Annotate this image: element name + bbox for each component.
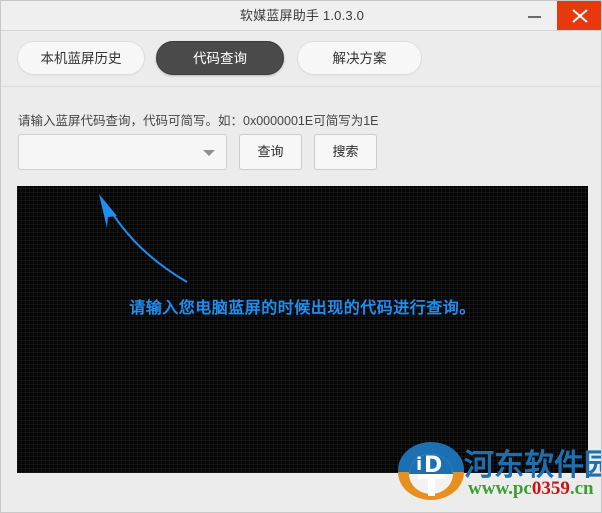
close-icon [572,9,588,23]
tab-code-query[interactable]: 代码查询 [156,41,284,75]
tab-bar: 本机蓝屏历史 代码查询 解决方案 [1,31,601,87]
minimize-button[interactable] [513,1,557,30]
minimize-icon [528,16,541,18]
window-title: 软媒蓝屏助手 1.0.3.0 [239,8,365,23]
title-bar: 软媒蓝屏助手 1.0.3.0 [1,1,601,31]
code-combobox[interactable] [18,134,227,171]
query-button[interactable]: 查询 [239,134,302,170]
panel-message: 请输入您电脑蓝屏的时候出现的代码进行查询。 [129,300,476,317]
close-button[interactable] [557,1,601,30]
instruction-text: 请输入蓝屏代码查询，代码可简写。如：0x0000001E可简写为1E [18,114,379,128]
tab-solutions[interactable]: 解决方案 [297,41,422,75]
chevron-down-icon[interactable] [203,150,215,156]
result-panel: 请输入您电脑蓝屏的时候出现的代码进行查询。 [17,186,588,473]
pointer-arrow-icon [99,194,188,283]
app-window: 软媒蓝屏助手 1.0.3.0 本机蓝屏历史 代码查询 解决方案 请输入蓝屏代码查… [0,0,602,513]
search-button[interactable]: 搜索 [314,134,377,170]
tab-bluescreen-history[interactable]: 本机蓝屏历史 [17,41,145,75]
content-area: 请输入蓝屏代码查询，代码可简写。如：0x0000001E可简写为1E 查询 搜索… [1,88,601,512]
code-input[interactable] [27,135,199,171]
